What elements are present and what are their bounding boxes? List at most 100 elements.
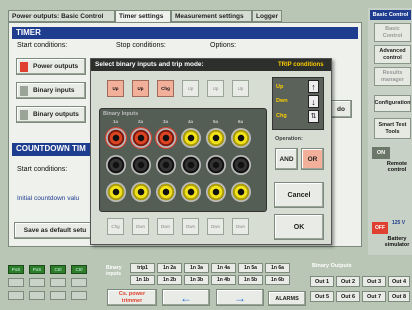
- out-3-button[interactable]: Out 3: [362, 276, 386, 287]
- power-outputs-label: Power outputs: [33, 63, 79, 70]
- out-8-button[interactable]: Out 8: [388, 291, 410, 302]
- binary-inputs-button[interactable]: Binary inputs: [16, 82, 86, 99]
- timer-start-label: Start conditions:: [17, 42, 68, 49]
- bi-4b[interactable]: 1n 4b: [211, 275, 236, 285]
- out-4-button[interactable]: Out 4: [388, 276, 410, 287]
- binary-inputs-section-label: Binary Inputs: [103, 111, 139, 117]
- alarms-button[interactable]: ALARMS: [268, 291, 306, 306]
- bi-6a[interactable]: 1n 6a: [265, 263, 290, 273]
- led-empty-4: [71, 278, 87, 287]
- binary-outputs-bar-label: Binary Outputs: [312, 263, 352, 269]
- jack-6b[interactable]: [231, 182, 251, 202]
- operation-label: Operation:: [275, 136, 303, 142]
- tab-measurement-settings[interactable]: Measurement settings: [171, 10, 252, 22]
- led-empty-1: [8, 278, 24, 287]
- jack-6a[interactable]: [231, 128, 251, 148]
- jack-common-6[interactable]: [231, 155, 251, 175]
- trip-mode-2b-button[interactable]: Dwn: [132, 218, 149, 235]
- bi-3b[interactable]: 1n 3b: [184, 275, 209, 285]
- out-1-button[interactable]: Out 1: [310, 276, 334, 287]
- led-empty-5: [8, 291, 24, 300]
- out-2-button[interactable]: Out 2: [336, 276, 360, 287]
- sidebar-battery-label: Battery simulator: [384, 236, 410, 249]
- bi-2a[interactable]: 1n 2a: [157, 263, 182, 273]
- bi-trip1[interactable]: trip1: [130, 263, 155, 273]
- trip-mode-6b-button[interactable]: Dwn: [232, 218, 249, 235]
- legend-chg-icon: ⇅: [308, 110, 319, 123]
- jack-common-1[interactable]: [106, 155, 126, 175]
- trip-mode-3a-button[interactable]: Chg: [157, 80, 174, 97]
- save-default-button[interactable]: Save as default setu: [14, 222, 96, 239]
- cs-power-trimmer-button[interactable]: Cs. power trimmer: [107, 289, 157, 306]
- out-7-button[interactable]: Out 7: [362, 291, 386, 302]
- jack-1a[interactable]: [105, 127, 127, 149]
- trip-mode-6a-button[interactable]: Up: [232, 80, 249, 97]
- timer-stop-label: Stop conditions:: [116, 42, 166, 49]
- jack-common-2[interactable]: [131, 155, 151, 175]
- led-empty-6: [29, 291, 45, 300]
- battery-off-indicator[interactable]: OFF: [372, 222, 388, 234]
- left-arrow-button[interactable]: ←: [162, 289, 210, 306]
- and-button[interactable]: AND: [275, 148, 298, 170]
- led-pos-2: PoS: [29, 265, 45, 274]
- bi-3a[interactable]: 1n 3a: [184, 263, 209, 273]
- jack-common-3[interactable]: [156, 155, 176, 175]
- or-button[interactable]: OR: [301, 148, 324, 170]
- bi-6b[interactable]: 1n 6b: [265, 275, 290, 285]
- legend-up-icon: ↑: [308, 80, 319, 93]
- bi-4a[interactable]: 1n 4a: [211, 263, 236, 273]
- jack-common-5[interactable]: [206, 155, 226, 175]
- timer-header: TIMER: [12, 27, 358, 39]
- col-head-4a: 4a: [188, 119, 194, 124]
- bi-5b[interactable]: 1n 5b: [238, 275, 263, 285]
- out-6-button[interactable]: Out 6: [336, 291, 360, 302]
- bi-1b[interactable]: 1n 1b: [130, 275, 155, 285]
- remote-on-indicator: ON: [372, 147, 390, 159]
- countdown-start-label: Start conditions:: [17, 166, 68, 173]
- trip-conditions-label: TRIP conditions: [278, 62, 324, 68]
- trip-mode-5b-button[interactable]: Dwn: [207, 218, 224, 235]
- jack-5b[interactable]: [206, 182, 226, 202]
- jack-1b[interactable]: [106, 182, 126, 202]
- cancel-button[interactable]: Cancel: [274, 182, 324, 208]
- legend-chg-label: Chg: [276, 113, 287, 119]
- jack-4b[interactable]: [181, 182, 201, 202]
- sidebar-smart-test-tools[interactable]: Smart Test Tools: [374, 118, 411, 139]
- sidebar-results-manager[interactable]: Results manager: [374, 67, 411, 86]
- ok-button[interactable]: OK: [274, 214, 324, 240]
- sidebar-basic-control[interactable]: Basic Control: [374, 23, 411, 42]
- sidebar-advanced-control[interactable]: Advanced control: [374, 45, 411, 64]
- power-outputs-button[interactable]: Power outputs: [16, 58, 86, 75]
- trip-mode-5a-button[interactable]: Up: [207, 80, 224, 97]
- led-empty-3: [50, 278, 66, 287]
- jack-4a[interactable]: [181, 128, 201, 148]
- tab-power-outputs[interactable]: Power outputs: Basic Control: [8, 10, 115, 22]
- sidebar-title: Basic Control: [370, 10, 411, 20]
- jack-3b[interactable]: [156, 182, 176, 202]
- legend-up-label: Up: [276, 84, 284, 90]
- binary-inputs-bar-label: Binary inputs: [106, 265, 122, 277]
- out-5-button[interactable]: Out 5: [310, 291, 334, 302]
- jack-2b[interactable]: [131, 182, 151, 202]
- trip-mode-4b-button[interactable]: Dwn: [182, 218, 199, 235]
- countdown-header: COUNTDOWN TIM: [12, 143, 97, 156]
- binary-outputs-button[interactable]: Binary outputs: [16, 106, 86, 123]
- tab-logger[interactable]: Logger: [252, 10, 282, 22]
- led-empty-8: [71, 291, 87, 300]
- trip-mode-1a-button[interactable]: Up: [107, 80, 124, 97]
- jack-5a[interactable]: [206, 128, 226, 148]
- trip-mode-1b-button[interactable]: Chg: [107, 218, 124, 235]
- dialog-title: Select binary inputs and trip mode:: [95, 61, 204, 68]
- bi-2b[interactable]: 1n 2b: [157, 275, 182, 285]
- right-arrow-button[interactable]: →: [216, 289, 264, 306]
- binary-inputs-label: Binary inputs: [33, 87, 75, 94]
- jack-2a[interactable]: [130, 127, 152, 149]
- do-button[interactable]: do: [330, 100, 352, 118]
- trip-mode-4a-button[interactable]: Up: [182, 80, 199, 97]
- trip-mode-3b-button[interactable]: Dwn: [157, 218, 174, 235]
- sidebar-configuration[interactable]: Configuration: [374, 95, 411, 112]
- bi-5a[interactable]: 1n 5a: [238, 263, 263, 273]
- trip-mode-2a-button[interactable]: Up: [132, 80, 149, 97]
- jack-3a[interactable]: [155, 127, 177, 149]
- jack-common-4[interactable]: [181, 155, 201, 175]
